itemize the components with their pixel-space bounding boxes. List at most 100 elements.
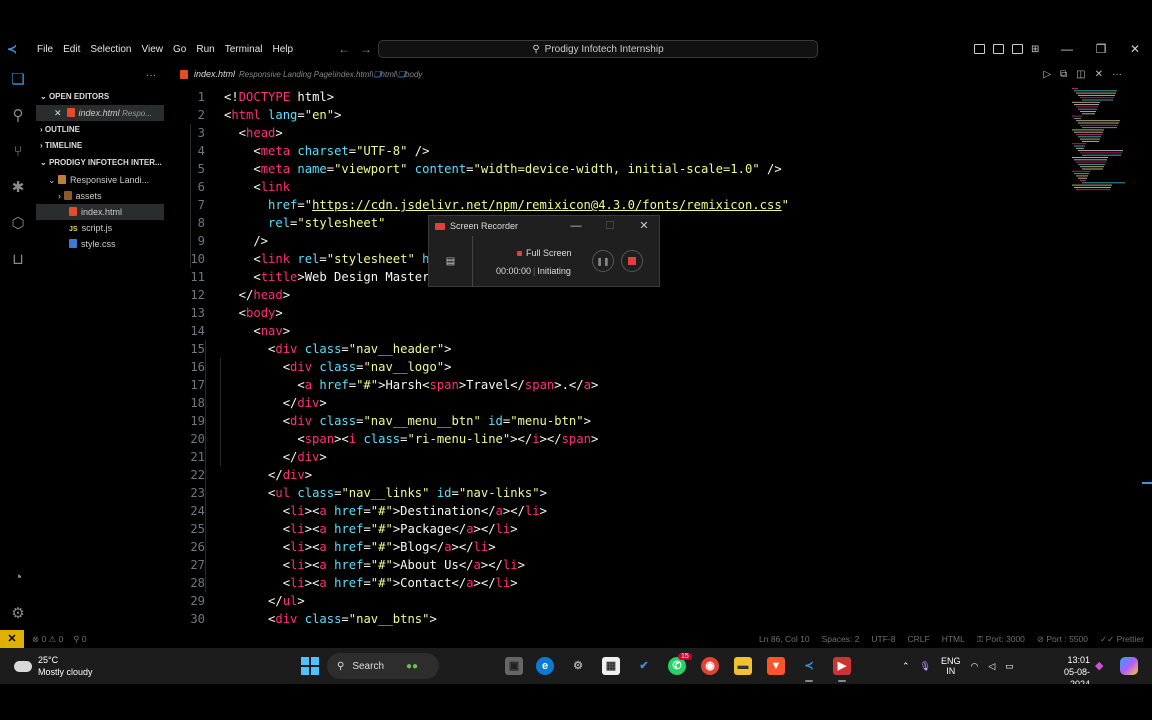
open-editor-item[interactable]: ✕ index.html Respo...	[36, 105, 164, 121]
search-icon[interactable]: ⚲	[8, 106, 28, 126]
ports-indicator[interactable]: ⚲ 0	[73, 634, 86, 645]
minimize-icon[interactable]: —	[559, 216, 593, 236]
minimap-line	[1076, 120, 1120, 122]
remote-explorer-icon[interactable]: ⊔	[8, 250, 28, 270]
taskbar-search[interactable]: ⚲ Search ●●	[327, 653, 439, 679]
close-icon[interactable]: ✕	[627, 216, 661, 236]
folder-item[interactable]: ⌄ Responsive Landi...	[36, 172, 164, 188]
customize-layout-icon[interactable]: ⊞	[1031, 44, 1039, 55]
notification-bell-icon[interactable]: ◆	[1095, 659, 1103, 672]
encoding[interactable]: UTF-8	[871, 634, 895, 644]
open-editors-header[interactable]: ⌄ OPEN EDITORS	[36, 89, 164, 105]
menu-item-go[interactable]: Go	[168, 44, 191, 55]
close-icon[interactable]: ✕	[1118, 36, 1152, 62]
minimize-icon[interactable]: —	[1050, 36, 1084, 62]
menu-item-view[interactable]: View	[137, 44, 169, 55]
wifi-icon[interactable]: ◠	[971, 661, 979, 672]
brave-icon[interactable]: ▼	[767, 657, 785, 675]
line-endings[interactable]: CRLF	[907, 634, 929, 644]
code-token: div	[297, 396, 320, 410]
more-actions-icon[interactable]: ···	[1112, 69, 1122, 80]
code-token: =	[363, 522, 371, 536]
tree-item-script-js[interactable]: JS script.js	[36, 220, 164, 236]
live-server-port[interactable]: ⚿ Port: 3000	[977, 634, 1025, 645]
code-line: <li><a href="#">Contact</a></li>	[224, 574, 518, 592]
remote-indicator[interactable]: ✕	[0, 630, 24, 648]
accounts-icon[interactable]: ◔	[8, 568, 28, 588]
explorer-icon[interactable]: ❏	[8, 70, 28, 90]
language-mode[interactable]: HTML	[942, 634, 965, 644]
screen-recorder-icon[interactable]: ▶	[833, 657, 851, 675]
menu-item-file[interactable]: File	[32, 44, 58, 55]
language-indicator[interactable]: ENG IN	[941, 656, 961, 676]
forward-arrow-icon[interactable]: →	[360, 42, 372, 56]
cursor-position[interactable]: Ln 86, Col 10	[759, 634, 810, 644]
restore-icon[interactable]: ❐	[1084, 36, 1118, 62]
menu-item-help[interactable]: Help	[268, 44, 299, 55]
close-icon[interactable]: ✕	[54, 108, 62, 118]
workspace-header[interactable]: ⌄ PRODIGY INFOTECH INTER...	[36, 155, 164, 171]
tab-index-html[interactable]: index.html Responsive Landing Page\index…	[164, 62, 422, 86]
speaker-icon[interactable]: ◁	[988, 661, 995, 672]
timeline-header[interactable]: › TIMELINE	[36, 138, 164, 154]
code-token: >	[282, 324, 291, 338]
stop-button[interactable]	[621, 250, 643, 272]
pause-button[interactable]: ❚❚	[592, 250, 614, 272]
battery-icon[interactable]: ▭	[1005, 661, 1014, 672]
settings-icon[interactable]: ⚙	[569, 657, 587, 675]
toggle-sidebar-icon[interactable]	[974, 44, 985, 54]
code-token: span	[429, 378, 459, 392]
line-number: 29	[190, 594, 205, 608]
chevron-up-icon[interactable]: ⌃	[902, 661, 910, 672]
gear-icon[interactable]: ⚙	[8, 604, 28, 624]
todo-icon[interactable]: ✔	[635, 657, 653, 675]
pause-icon: ❚❚	[596, 256, 610, 266]
minimap-line	[1082, 127, 1117, 129]
tree-item-assets[interactable]: › assets	[36, 188, 164, 204]
close-icon[interactable]: ✕	[1095, 69, 1103, 80]
indentation[interactable]: Spaces: 2	[822, 634, 860, 644]
weather-widget[interactable]: 25°C Mostly cloudy	[14, 654, 93, 678]
menu-item-run[interactable]: Run	[191, 44, 219, 55]
tree-item-index-html[interactable]: index.html	[36, 204, 164, 220]
code-token: a	[466, 576, 474, 590]
code-token: a	[304, 378, 313, 392]
run-icon[interactable]: ▷	[1043, 69, 1051, 80]
split-editor-icon[interactable]: ◫	[1076, 69, 1085, 80]
problems-indicator[interactable]: ⊗ 0 ⚠ 0	[32, 634, 63, 645]
minimap[interactable]	[1072, 88, 1142, 198]
menu-item-terminal[interactable]: Terminal	[220, 44, 268, 55]
toggle-secondary-sidebar-icon[interactable]	[1012, 44, 1023, 54]
recordings-folder-button[interactable]: ▤	[429, 236, 473, 287]
code-line: </div>	[224, 448, 327, 466]
edge-icon[interactable]: e	[536, 657, 554, 675]
code-token: <	[224, 414, 291, 428]
chrome-icon[interactable]: ◉	[701, 657, 719, 675]
copilot-icon[interactable]	[1120, 657, 1138, 675]
live-server-port-2[interactable]: ⊘ Port : 5500	[1037, 634, 1088, 645]
store-icon[interactable]: ▦	[602, 657, 620, 675]
outline-header[interactable]: › OUTLINE	[36, 122, 164, 138]
vscode-icon[interactable]: ≺	[800, 657, 818, 675]
start-button[interactable]	[301, 657, 319, 675]
more-actions-icon[interactable]: ···	[146, 70, 156, 81]
menu-item-selection[interactable]: Selection	[85, 44, 136, 55]
file-explorer-icon[interactable]: ▬	[734, 657, 752, 675]
menu-item-edit[interactable]: Edit	[58, 44, 85, 55]
toggle-panel-icon[interactable]	[993, 44, 1004, 54]
code-line: <a href="#">Harsh<span>Travel</span>.</a…	[224, 376, 598, 394]
microphone-icon[interactable]: 🎙	[920, 661, 931, 672]
extensions-icon[interactable]: ⬡	[8, 214, 28, 234]
open-preview-icon[interactable]: ⧉	[1060, 69, 1067, 80]
run-debug-icon[interactable]: ✱	[8, 178, 28, 198]
recording-mode[interactable]: Full Screen	[517, 248, 572, 258]
tree-item-style-css[interactable]: style.css	[36, 236, 164, 252]
command-center[interactable]: ⚲ Prodigy Infotech Internship	[378, 40, 818, 58]
code-editor[interactable]: 1 <!DOCTYPE html> 2 <html lang="en"> 3 <head…	[164, 88, 1064, 630]
back-arrow-icon[interactable]: ←	[338, 42, 350, 56]
line-number: 7	[197, 198, 205, 212]
source-control-icon[interactable]: ⑂	[8, 142, 28, 162]
task-view-icon[interactable]: ▣	[505, 657, 523, 675]
prettier-status[interactable]: ✓✓ Prettier	[1100, 634, 1144, 645]
html-file-icon	[69, 207, 77, 216]
